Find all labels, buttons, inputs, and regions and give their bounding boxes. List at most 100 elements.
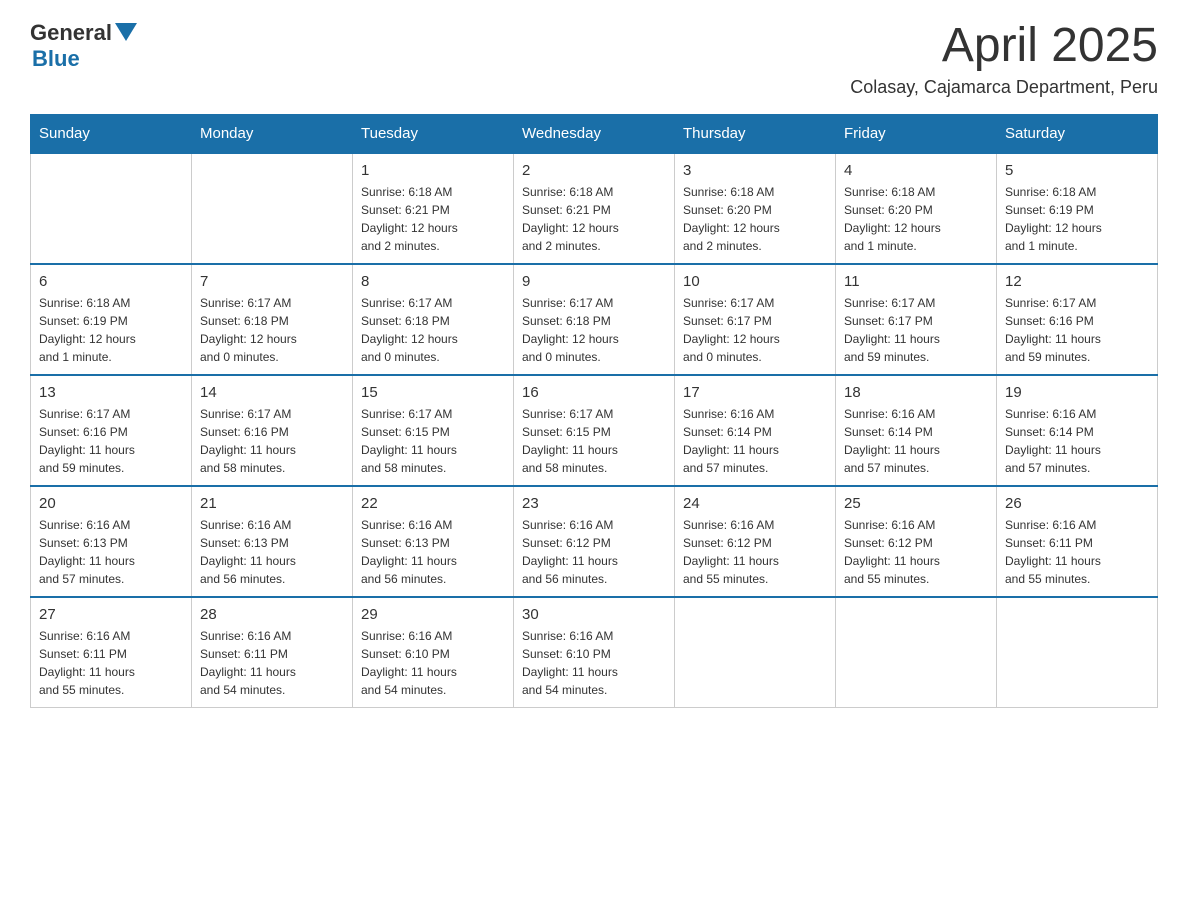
day-info: Sunrise: 6:16 AM Sunset: 6:13 PM Dayligh… — [39, 516, 183, 588]
day-number: 7 — [200, 273, 344, 290]
day-info: Sunrise: 6:18 AM Sunset: 6:21 PM Dayligh… — [522, 183, 666, 255]
day-number: 14 — [200, 384, 344, 401]
day-number: 9 — [522, 273, 666, 290]
day-number: 20 — [39, 495, 183, 512]
calendar-cell: 27 Sunrise: 6:16 AM Sunset: 6:11 PM Dayli… — [31, 597, 192, 708]
day-info: Sunrise: 6:16 AM Sunset: 6:13 PM Dayligh… — [361, 516, 505, 588]
col-friday: Friday — [836, 114, 997, 153]
logo-general-text: General — [30, 20, 112, 46]
col-thursday: Thursday — [675, 114, 836, 153]
calendar-cell — [192, 153, 353, 264]
day-info: Sunrise: 6:16 AM Sunset: 6:11 PM Dayligh… — [200, 627, 344, 699]
day-number: 12 — [1005, 273, 1149, 290]
day-info: Sunrise: 6:16 AM Sunset: 6:14 PM Dayligh… — [683, 405, 827, 477]
day-number: 23 — [522, 495, 666, 512]
col-sunday: Sunday — [31, 114, 192, 153]
day-info: Sunrise: 6:18 AM Sunset: 6:20 PM Dayligh… — [683, 183, 827, 255]
calendar-cell: 30 Sunrise: 6:16 AM Sunset: 6:10 PM Dayli… — [514, 597, 675, 708]
day-info: Sunrise: 6:17 AM Sunset: 6:17 PM Dayligh… — [844, 294, 988, 366]
day-info: Sunrise: 6:18 AM Sunset: 6:21 PM Dayligh… — [361, 183, 505, 255]
calendar-cell: 4Sunrise: 6:18 AM Sunset: 6:20 PM Daylig… — [836, 153, 997, 264]
page-title: April 2025 — [850, 20, 1158, 73]
calendar-cell: 10 Sunrise: 6:17 AM Sunset: 6:17 PM Dayli… — [675, 264, 836, 375]
day-number: 18 — [844, 384, 988, 401]
calendar-cell: 5 Sunrise: 6:18 AM Sunset: 6:19 PM Daylig… — [997, 153, 1158, 264]
day-number: 29 — [361, 606, 505, 623]
calendar-cell: 22 Sunrise: 6:16 AM Sunset: 6:13 PM Dayli… — [353, 486, 514, 597]
logo-blue-text: Blue — [32, 46, 137, 72]
calendar-cell: 9 Sunrise: 6:17 AM Sunset: 6:18 PM Daylig… — [514, 264, 675, 375]
calendar-cell: 3 Sunrise: 6:18 AM Sunset: 6:20 PM Daylig… — [675, 153, 836, 264]
day-number: 1 — [361, 162, 505, 179]
week-row-3: 13 Sunrise: 6:17 AM Sunset: 6:16 PM Dayli… — [31, 375, 1158, 486]
col-monday: Monday — [192, 114, 353, 153]
calendar-cell — [836, 597, 997, 708]
week-row-1: 1 Sunrise: 6:18 AM Sunset: 6:21 PM Daylig… — [31, 153, 1158, 264]
day-number: 26 — [1005, 495, 1149, 512]
day-number: 5 — [1005, 162, 1149, 179]
day-number: 13 — [39, 384, 183, 401]
logo-triangle-icon — [115, 23, 137, 41]
day-number: 28 — [200, 606, 344, 623]
day-info: Sunrise: 6:17 AM Sunset: 6:16 PM Dayligh… — [1005, 294, 1149, 366]
calendar-cell: 23Sunrise: 6:16 AM Sunset: 6:12 PM Dayli… — [514, 486, 675, 597]
day-number: 27 — [39, 606, 183, 623]
day-number: 8 — [361, 273, 505, 290]
day-number: 25 — [844, 495, 988, 512]
day-info: Sunrise: 6:18 AM Sunset: 6:19 PM Dayligh… — [1005, 183, 1149, 255]
day-number: 30 — [522, 606, 666, 623]
day-number: 2 — [522, 162, 666, 179]
day-info: Sunrise: 6:16 AM Sunset: 6:11 PM Dayligh… — [39, 627, 183, 699]
day-info: Sunrise: 6:16 AM Sunset: 6:14 PM Dayligh… — [1005, 405, 1149, 477]
calendar-cell: 14 Sunrise: 6:17 AM Sunset: 6:16 PM Dayli… — [192, 375, 353, 486]
calendar-cell: 21 Sunrise: 6:16 AM Sunset: 6:13 PM Dayli… — [192, 486, 353, 597]
day-info: Sunrise: 6:17 AM Sunset: 6:18 PM Dayligh… — [522, 294, 666, 366]
calendar-cell: 6 Sunrise: 6:18 AM Sunset: 6:19 PM Daylig… — [31, 264, 192, 375]
calendar-cell — [675, 597, 836, 708]
week-row-5: 27 Sunrise: 6:16 AM Sunset: 6:11 PM Dayli… — [31, 597, 1158, 708]
calendar-cell — [31, 153, 192, 264]
day-number: 21 — [200, 495, 344, 512]
calendar-cell: 15Sunrise: 6:17 AM Sunset: 6:15 PM Dayli… — [353, 375, 514, 486]
calendar-cell: 2 Sunrise: 6:18 AM Sunset: 6:21 PM Daylig… — [514, 153, 675, 264]
calendar-cell: 13Sunrise: 6:17 AM Sunset: 6:16 PM Dayli… — [31, 375, 192, 486]
day-info: Sunrise: 6:17 AM Sunset: 6:18 PM Dayligh… — [361, 294, 505, 366]
day-number: 11 — [844, 273, 988, 290]
page-subtitle: Colasay, Cajamarca Department, Peru — [850, 77, 1158, 98]
day-number: 10 — [683, 273, 827, 290]
calendar-cell: 12 Sunrise: 6:17 AM Sunset: 6:16 PM Dayli… — [997, 264, 1158, 375]
day-info: Sunrise: 6:16 AM Sunset: 6:13 PM Dayligh… — [200, 516, 344, 588]
day-number: 22 — [361, 495, 505, 512]
day-info: Sunrise: 6:16 AM Sunset: 6:12 PM Dayligh… — [683, 516, 827, 588]
calendar-cell: 7 Sunrise: 6:17 AM Sunset: 6:18 PM Daylig… — [192, 264, 353, 375]
calendar-table: Sunday Monday Tuesday Wednesday Thursday… — [30, 114, 1158, 708]
page-header: General Blue April 2025 Colasay, Cajamar… — [30, 20, 1158, 98]
calendar-cell: 24 Sunrise: 6:16 AM Sunset: 6:12 PM Dayli… — [675, 486, 836, 597]
calendar-cell: 25 Sunrise: 6:16 AM Sunset: 6:12 PM Dayli… — [836, 486, 997, 597]
day-number: 19 — [1005, 384, 1149, 401]
calendar-body: 1 Sunrise: 6:18 AM Sunset: 6:21 PM Daylig… — [31, 153, 1158, 708]
day-number: 6 — [39, 273, 183, 290]
col-saturday: Saturday — [997, 114, 1158, 153]
calendar-cell: 29 Sunrise: 6:16 AM Sunset: 6:10 PM Dayli… — [353, 597, 514, 708]
day-number: 3 — [683, 162, 827, 179]
day-info: Sunrise: 6:17 AM Sunset: 6:18 PM Dayligh… — [200, 294, 344, 366]
col-wednesday: Wednesday — [514, 114, 675, 153]
calendar-cell: 20 Sunrise: 6:16 AM Sunset: 6:13 PM Dayli… — [31, 486, 192, 597]
title-section: April 2025 Colasay, Cajamarca Department… — [850, 20, 1158, 98]
day-number: 24 — [683, 495, 827, 512]
day-number: 4 — [844, 162, 988, 179]
calendar-cell: 11 Sunrise: 6:17 AM Sunset: 6:17 PM Dayli… — [836, 264, 997, 375]
week-row-2: 6 Sunrise: 6:18 AM Sunset: 6:19 PM Daylig… — [31, 264, 1158, 375]
day-info: Sunrise: 6:16 AM Sunset: 6:12 PM Dayligh… — [844, 516, 988, 588]
calendar-cell: 8 Sunrise: 6:17 AM Sunset: 6:18 PM Daylig… — [353, 264, 514, 375]
logo: General Blue — [30, 20, 137, 72]
day-info: Sunrise: 6:17 AM Sunset: 6:17 PM Dayligh… — [683, 294, 827, 366]
day-info: Sunrise: 6:16 AM Sunset: 6:10 PM Dayligh… — [522, 627, 666, 699]
day-number: 15 — [361, 384, 505, 401]
header-row: Sunday Monday Tuesday Wednesday Thursday… — [31, 114, 1158, 153]
day-info: Sunrise: 6:17 AM Sunset: 6:16 PM Dayligh… — [200, 405, 344, 477]
day-info: Sunrise: 6:16 AM Sunset: 6:10 PM Dayligh… — [361, 627, 505, 699]
calendar-cell: 26Sunrise: 6:16 AM Sunset: 6:11 PM Dayli… — [997, 486, 1158, 597]
day-info: Sunrise: 6:18 AM Sunset: 6:19 PM Dayligh… — [39, 294, 183, 366]
